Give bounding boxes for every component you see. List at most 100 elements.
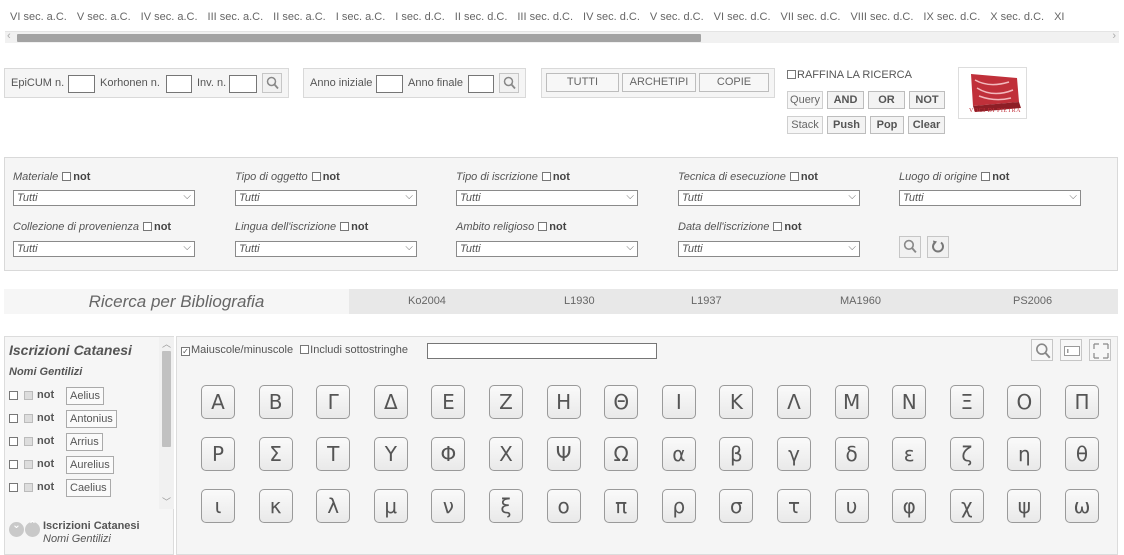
greek-key[interactable]: π xyxy=(604,489,639,523)
century-item[interactable]: II sec. a.C. xyxy=(273,11,326,23)
name-button[interactable]: Aelius xyxy=(66,387,104,405)
tab-l1930[interactable]: L1930 xyxy=(564,295,595,307)
case-sensitive-checkbox[interactable]: ✓ xyxy=(181,347,190,356)
century-item[interactable]: V sec. a.C. xyxy=(77,11,131,23)
clear-button[interactable]: Clear xyxy=(908,116,945,134)
scroll-left-icon[interactable]: ‹ xyxy=(7,30,11,42)
not-button[interactable]: NOT xyxy=(909,91,945,109)
collapse-up-button[interactable]: ⌃ xyxy=(25,520,40,537)
korhonen-input[interactable] xyxy=(166,75,192,93)
greek-key[interactable]: ν xyxy=(431,489,466,523)
century-item[interactable]: VIII sec. d.C. xyxy=(850,11,913,23)
luogo-origine-select[interactable]: Tutti ⌵ xyxy=(899,190,1081,206)
push-button[interactable]: Push xyxy=(827,116,866,134)
greek-key[interactable]: Ρ xyxy=(201,437,235,471)
keyboard-search-button[interactable] xyxy=(1031,339,1053,361)
century-item[interactable]: IV sec. a.C. xyxy=(141,11,198,23)
epicum-input[interactable] xyxy=(68,75,95,93)
greek-key[interactable]: Ο xyxy=(1007,385,1042,419)
timeline-scrollbar[interactable]: ‹ › xyxy=(5,30,1119,43)
century-item[interactable]: II sec. d.C. xyxy=(455,11,508,23)
or-button[interactable]: OR xyxy=(868,91,905,109)
refine-checkbox[interactable] xyxy=(787,70,796,79)
not-checkbox[interactable] xyxy=(541,172,551,181)
filter-search-button[interactable] xyxy=(899,236,921,258)
select-checkbox[interactable] xyxy=(9,460,18,469)
select-checkbox[interactable] xyxy=(9,437,18,446)
voci-di-pietra-logo[interactable]: VOCI DI PIETRA xyxy=(958,67,1027,119)
select-checkbox[interactable] xyxy=(9,414,18,423)
and-button[interactable]: AND xyxy=(827,91,864,109)
keyboard-toggle-button[interactable] xyxy=(1060,339,1082,361)
year-end-input[interactable] xyxy=(468,75,494,93)
not-checkbox[interactable] xyxy=(24,460,33,469)
tab-ko2004[interactable]: Ko2004 xyxy=(408,295,446,307)
century-item[interactable]: IX sec. d.C. xyxy=(923,11,980,23)
not-checkbox[interactable] xyxy=(789,172,799,181)
scroll-up-icon[interactable]: ︿ xyxy=(162,337,171,350)
collezione-select[interactable]: Tutti ⌵ xyxy=(13,241,195,257)
scroll-down-icon[interactable]: ﹀ xyxy=(162,495,171,508)
inv-input[interactable] xyxy=(229,75,257,93)
greek-key[interactable]: Κ xyxy=(719,385,754,419)
greek-key[interactable]: Ζ xyxy=(489,385,523,419)
greek-key[interactable]: υ xyxy=(834,489,869,523)
data-iscrizione-select[interactable]: Tutti ⌵ xyxy=(678,241,860,257)
name-button[interactable]: Aurelius xyxy=(66,456,114,474)
greek-key[interactable]: χ xyxy=(949,489,984,523)
tab-l1937[interactable]: L1937 xyxy=(691,295,722,307)
greek-key[interactable]: Φ xyxy=(431,437,466,471)
century-item[interactable]: III sec. a.C. xyxy=(208,11,264,23)
names-scroll-thumb[interactable] xyxy=(162,351,171,447)
all-button[interactable]: TUTTI xyxy=(546,73,619,92)
tab-ma1960[interactable]: MA1960 xyxy=(840,295,881,307)
greek-key[interactable]: ψ xyxy=(1007,489,1042,523)
year-start-input[interactable] xyxy=(376,75,403,93)
not-checkbox[interactable] xyxy=(311,172,321,181)
greek-key[interactable]: Δ xyxy=(373,385,408,419)
tecnica-select[interactable]: Tutti ⌵ xyxy=(678,190,860,206)
id-search-button[interactable] xyxy=(262,73,282,93)
greek-key[interactable]: γ xyxy=(777,437,811,471)
names-scrollbar[interactable]: ︿ ﹀ xyxy=(159,337,174,509)
greek-key[interactable]: Α xyxy=(201,385,235,419)
greek-key[interactable]: Ε xyxy=(431,385,466,419)
century-item[interactable]: V sec. d.C. xyxy=(650,11,704,23)
greek-key[interactable]: ρ xyxy=(661,489,696,523)
greek-key[interactable]: κ xyxy=(258,489,293,523)
not-checkbox[interactable] xyxy=(142,222,152,231)
pop-button[interactable]: Pop xyxy=(870,116,904,134)
not-checkbox[interactable] xyxy=(340,222,350,231)
greek-key[interactable]: Υ xyxy=(373,437,408,471)
century-item[interactable]: I sec. d.C. xyxy=(395,11,445,23)
greek-key[interactable]: Η xyxy=(546,385,581,419)
greek-key[interactable]: σ xyxy=(719,489,754,523)
greek-key[interactable]: φ xyxy=(892,489,927,523)
greek-key[interactable]: Π xyxy=(1065,385,1099,419)
year-search-button[interactable] xyxy=(499,73,519,93)
century-item[interactable]: I sec. a.C. xyxy=(336,11,386,23)
greek-key[interactable]: ο xyxy=(546,489,581,523)
century-item[interactable]: X sec. d.C. xyxy=(990,11,1044,23)
name-button[interactable]: Antonius xyxy=(66,410,117,428)
copies-button[interactable]: COPIE xyxy=(699,73,769,92)
lingua-select[interactable]: Tutti ⌵ xyxy=(235,241,417,257)
greek-key[interactable]: β xyxy=(719,437,754,471)
name-button[interactable]: Caelius xyxy=(66,479,111,497)
not-checkbox[interactable] xyxy=(24,414,33,423)
greek-key[interactable]: λ xyxy=(316,489,351,523)
greek-key[interactable]: ω xyxy=(1065,489,1099,523)
greek-key[interactable]: ξ xyxy=(489,489,523,523)
greek-key[interactable]: ζ xyxy=(949,437,984,471)
tab-ps2006[interactable]: PS2006 xyxy=(1013,295,1052,307)
timeline-scroll-thumb[interactable] xyxy=(17,34,701,42)
select-checkbox[interactable] xyxy=(9,391,18,400)
century-item[interactable]: VI sec. d.C. xyxy=(714,11,771,23)
greek-key[interactable]: Χ xyxy=(489,437,523,471)
materiale-select[interactable]: Tutti ⌵ xyxy=(13,190,195,206)
greek-key[interactable]: Γ xyxy=(316,385,351,419)
greek-key[interactable]: μ xyxy=(373,489,408,523)
not-checkbox[interactable] xyxy=(24,391,33,400)
substrings-checkbox[interactable] xyxy=(300,345,310,354)
century-item[interactable]: VII sec. d.C. xyxy=(781,11,841,23)
